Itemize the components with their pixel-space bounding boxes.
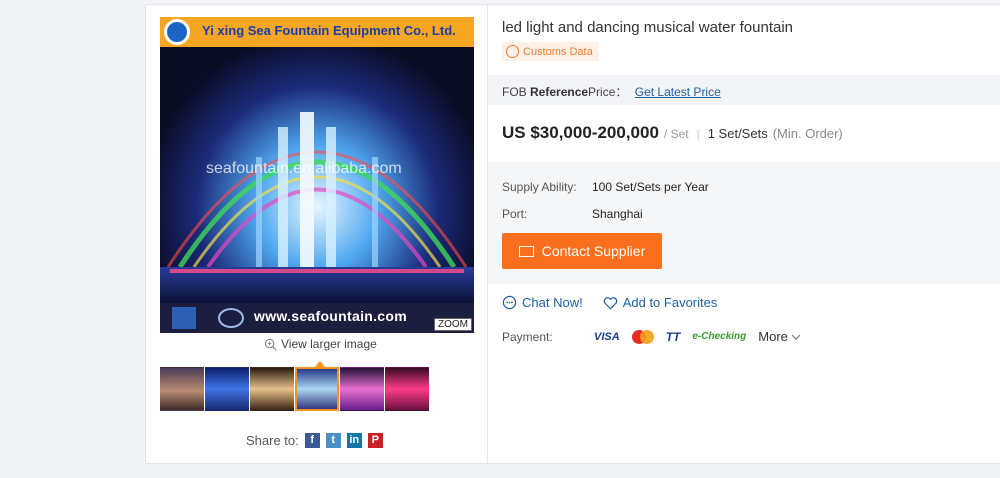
fob-reference-price: FOB ReferencePrice： Get Latest Price: [502, 83, 721, 100]
trend-chart-icon: [506, 45, 519, 58]
thumbnail-2[interactable]: [205, 367, 249, 411]
add-to-favorites-label: Add to Favorites: [622, 295, 718, 310]
port-label: Port:: [502, 207, 528, 221]
contact-supplier-button[interactable]: Contact Supplier: [502, 233, 662, 269]
product-details: led light and dancing musical water foun…: [488, 5, 1000, 463]
more-label: More: [758, 329, 788, 344]
heart-icon: [603, 296, 617, 309]
thumbnail-strip: [160, 361, 429, 411]
get-latest-price-link[interactable]: Get Latest Price: [635, 85, 721, 99]
image-watermark: seafountain.en.alibaba.com: [206, 160, 402, 177]
contact-supplier-label: Contact Supplier: [541, 243, 646, 259]
action-links: Chat Now! Add to Favorites: [502, 295, 717, 310]
chat-now-link[interactable]: Chat Now!: [502, 295, 583, 310]
cqm-cert-icon: [218, 308, 244, 328]
thumbnail-4[interactable]: [295, 361, 339, 411]
brand-logo-icon: [172, 307, 196, 329]
product-main-image[interactable]: Yi xing Sea Fountain Equipment Co., Ltd.…: [160, 17, 474, 333]
fob-prefix: FOB: [502, 85, 527, 99]
payment-label: Payment:: [502, 329, 553, 344]
price-divider: |: [696, 127, 700, 141]
image-footer-strip: www.seafountain.com: [160, 303, 474, 333]
add-to-favorites-link[interactable]: Add to Favorites: [603, 295, 718, 310]
payment-row: Payment: VISA TT e-Checking More: [502, 329, 801, 344]
payment-methods: VISA TT e-Checking More: [594, 329, 801, 344]
customs-data-badge[interactable]: Customs Data: [502, 42, 599, 61]
telegraphic-transfer-icon: TT: [665, 329, 681, 344]
thumbnail-6[interactable]: [385, 367, 429, 411]
company-logo-icon: [164, 19, 190, 45]
facebook-icon[interactable]: f: [304, 433, 320, 448]
price-unit: / Set: [663, 127, 689, 141]
view-larger-label: View larger image: [281, 337, 377, 351]
fob-reference: Reference: [530, 85, 589, 99]
visa-icon: VISA: [594, 330, 620, 343]
supply-ability-label: Supply Ability:: [502, 180, 577, 194]
thumbnail-5[interactable]: [340, 367, 384, 411]
pinterest-icon[interactable]: P: [367, 433, 383, 448]
chat-bubble-icon: [502, 295, 517, 310]
price-range: US $30,000-200,000: [502, 123, 659, 142]
e-checking-icon: e-Checking: [692, 331, 747, 342]
share-row: Share to: f t in P: [246, 433, 383, 448]
product-card: Yi xing Sea Fountain Equipment Co., Ltd.…: [145, 4, 1000, 464]
port-value: Shanghai: [592, 207, 643, 221]
twitter-icon[interactable]: t: [325, 433, 341, 448]
company-banner: Yi xing Sea Fountain Equipment Co., Ltd.: [160, 17, 474, 47]
price-row: US $30,000-200,000 / Set | 1 Set/Sets (M…: [502, 123, 843, 143]
customs-data-label: Customs Data: [523, 45, 593, 58]
share-label: Share to:: [246, 433, 299, 448]
linkedin-icon[interactable]: in: [346, 433, 362, 448]
strip-website-url: www.seafountain.com: [254, 308, 407, 324]
more-payment-toggle[interactable]: More: [758, 329, 801, 344]
min-order-note: (Min. Order): [772, 126, 843, 141]
image-gallery: Yi xing Sea Fountain Equipment Co., Ltd.…: [146, 5, 488, 463]
thumbnail-3[interactable]: [250, 367, 294, 411]
zoom-badge[interactable]: ZOOM: [434, 318, 472, 331]
supply-ability-value: 100 Set/Sets per Year: [592, 180, 709, 194]
banner-company-name: Yi xing Sea Fountain Equipment Co., Ltd.: [202, 23, 456, 38]
chevron-down-icon: [791, 334, 801, 340]
view-larger-link[interactable]: View larger image: [264, 337, 377, 351]
mastercard-icon: [631, 329, 654, 344]
product-title: led light and dancing musical water foun…: [502, 19, 794, 36]
fob-suffix: Price：: [588, 85, 628, 99]
magnifier-plus-icon: [264, 338, 277, 351]
thumbnail-1[interactable]: [160, 367, 204, 411]
min-order-qty: 1 Set/Sets: [707, 126, 768, 141]
envelope-icon: [518, 245, 534, 257]
chat-now-label: Chat Now!: [522, 295, 583, 310]
fob-price-band: FOB ReferencePrice： Get Latest Price: [488, 75, 1000, 105]
